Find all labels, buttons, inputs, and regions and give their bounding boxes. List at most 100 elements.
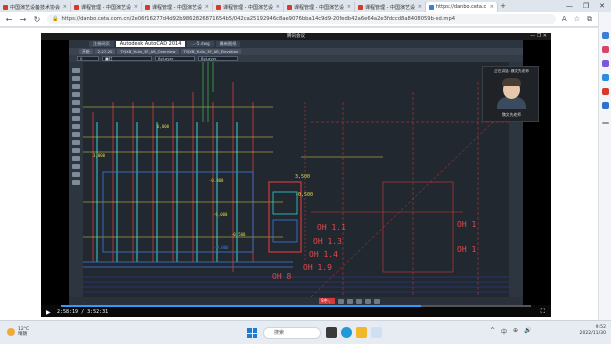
shopping-icon[interactable] [602, 46, 609, 53]
close-window-button[interactable]: ✕ [599, 2, 605, 10]
oh-label: OH 1 [457, 220, 477, 229]
player-controls: ▶ 2:58:19 / 3:52:31 ⛶ [41, 305, 551, 317]
browser-tab[interactable]: 课程管理 - 中国演艺设 × [355, 2, 426, 12]
tab-close-icon[interactable]: × [63, 4, 67, 10]
autocad-file-tabs: 开始 2-27-20 TYJXB_Yulin_3F_AR_Overview TY… [69, 48, 523, 55]
color-combo: ■红 [102, 56, 152, 61]
tab-label: 课程管理 - 中国演艺设 [365, 4, 415, 11]
taskbar: 12°C 晴朗 搜索 ^ 中 ⊕ 🔊 9:52 2022/11/30 [0, 320, 611, 344]
remote-tab: 最新图纸 [215, 41, 241, 47]
url-field[interactable]: 🔒 https://danbo.ceta.com.cn/2e06f16277d4… [47, 14, 556, 24]
collections-icon[interactable]: ⧉ [587, 15, 592, 24]
browser-tab[interactable]: 课程管理 - 中国演艺设 × [213, 2, 284, 12]
new-tab-button[interactable]: + [498, 2, 508, 10]
elevation-label: -0,500 [231, 232, 246, 237]
browser-tab[interactable]: 课程管理 - 中国演艺设 × [71, 2, 142, 12]
tab-label: 课程管理 - 中国演艺设 [294, 4, 344, 11]
oh-label: OH 1.9 [303, 263, 332, 272]
favicon-icon [358, 4, 363, 10]
copy-tool-icon [72, 132, 80, 137]
forward-button[interactable]: → [19, 15, 27, 24]
outlook-icon[interactable] [602, 102, 609, 109]
layer-combo: 0 [77, 56, 99, 61]
maximize-button[interactable]: ❐ [583, 2, 589, 10]
app-icon[interactable] [371, 327, 382, 338]
polyline-tool-icon [72, 76, 80, 81]
oh-label: OH 1 [457, 245, 477, 254]
browser-tab[interactable]: https://danbo.ceta.c × [426, 2, 498, 12]
snap-icon [337, 298, 344, 304]
command-status-bar: S中·、 [69, 297, 523, 305]
elevation-label: 6,000 [157, 124, 170, 129]
speaker-hair [502, 78, 521, 86]
tab-close-icon[interactable]: × [490, 4, 494, 10]
acad-tab: 开始 [79, 49, 93, 54]
tab-close-icon[interactable]: × [276, 4, 280, 10]
tab-label: 课程管理 - 中国演艺设 [81, 4, 131, 11]
arc-tool-icon [72, 92, 80, 97]
progress-bar[interactable] [61, 305, 531, 307]
tab-list: 中国演艺设备技术协会 × 课程管理 - 中国演艺设 × 课程管理 - 中国演艺设 × 课程管… [0, 0, 498, 12]
webcam-tile: 正在讲话: 魏文先老师 魏文先老师 [482, 66, 539, 122]
tab-label: 中国演艺设备技术协会 [10, 4, 61, 11]
system-tray: ^ 中 ⊕ 🔊 [490, 327, 532, 336]
left-toolbar [69, 62, 83, 297]
favicon-icon [3, 4, 8, 10]
favorite-icon[interactable]: ☆ [574, 15, 580, 24]
read-aloud-icon[interactable]: A [562, 15, 567, 24]
reload-button[interactable]: ↻ [33, 15, 41, 24]
fullscreen-button[interactable]: ⛶ [541, 308, 545, 316]
speaker-name: 魏文先老师 [502, 112, 521, 117]
polar-icon [364, 298, 371, 304]
ime-indicator: S中·、 [319, 298, 335, 304]
file-explorer-icon[interactable] [356, 327, 367, 338]
start-button[interactable] [247, 328, 257, 338]
network-icon[interactable]: ⊕ [513, 327, 518, 336]
edge-icon[interactable] [341, 327, 352, 338]
browser-tab[interactable]: 中国演艺设备技术协会 × [0, 2, 71, 12]
osnap-icon [373, 298, 380, 304]
taskview-icon[interactable] [326, 327, 337, 338]
scale-tool-icon [72, 180, 80, 185]
address-bar: ← → ↻ 🔒 https://danbo.ceta.com.cn/2e06f1… [0, 12, 611, 27]
tab-close-icon[interactable]: × [205, 4, 209, 10]
search-icon[interactable] [602, 32, 609, 39]
offset-tool-icon [72, 164, 80, 169]
browser-tab[interactable]: 课程管理 - 中国演艺设 × [142, 2, 213, 12]
clock[interactable]: 9:52 2022/11/30 [560, 325, 606, 337]
total-time: 3:52:31 [87, 309, 109, 315]
games-icon[interactable] [602, 74, 609, 81]
tab-close-icon[interactable]: × [347, 4, 351, 10]
office-icon[interactable] [602, 88, 609, 95]
rectangle-tool-icon [72, 100, 80, 105]
shared-screen: 注册网页 Autodesk AutoCAD 2014 ...-5.dwg 最新图… [69, 40, 523, 305]
tab-close-icon[interactable]: × [418, 4, 422, 10]
line-tool-icon [72, 68, 80, 73]
add-icon[interactable] [602, 122, 609, 124]
tray-overflow-icon[interactable]: ^ [490, 327, 495, 336]
tab-label: 课程管理 - 中国演艺设 [152, 4, 202, 11]
trim-tool-icon [72, 148, 80, 153]
minimize-button[interactable]: — [566, 2, 573, 10]
lock-icon: 🔒 [52, 16, 59, 22]
tools-icon[interactable] [602, 60, 609, 67]
lineweight-combo: ByLayer [198, 56, 238, 61]
browser-tab[interactable]: 课程管理 - 中国演艺设 × [284, 2, 355, 12]
favicon-icon [287, 4, 292, 10]
back-button[interactable]: ← [5, 15, 13, 24]
play-button[interactable]: ▶ [46, 309, 51, 316]
weather-text: 晴朗 [18, 332, 27, 337]
acad-tab: 2-27-20 [94, 49, 116, 54]
taskbar-search[interactable]: 搜索 [263, 327, 321, 339]
oh-label: OH 8 [272, 272, 292, 281]
ime-icon[interactable]: 中 [501, 327, 507, 336]
weather-widget[interactable]: 12°C 晴朗 [7, 327, 29, 337]
volume-icon[interactable]: 🔊 [524, 327, 531, 336]
remote-tab-autocad: Autodesk AutoCAD 2014 [115, 41, 186, 47]
oh-label: OH 1.3 [313, 237, 342, 246]
favicon-icon [145, 4, 150, 10]
tab-close-icon[interactable]: × [134, 4, 138, 10]
clock-date: 2022/11/30 [579, 331, 606, 336]
extend-tool-icon [72, 156, 80, 161]
video-player[interactable]: 腾讯会议 — ❐ ✕ 注册网页 Autodesk AutoCAD 2014 ..… [41, 33, 551, 317]
